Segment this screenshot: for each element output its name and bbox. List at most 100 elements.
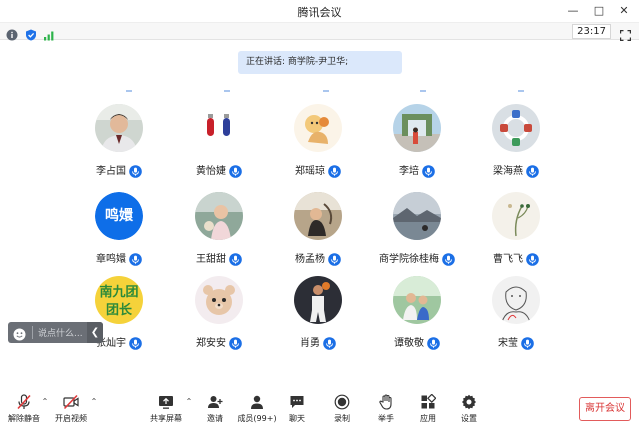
unmute-label: 解除静音 — [8, 414, 40, 423]
participant-name-row: 宋莹 — [471, 334, 561, 350]
participant-tile[interactable]: 李占国 — [74, 104, 164, 184]
avatar — [492, 276, 540, 324]
participant-name-row: 郑瑶琼 — [273, 162, 363, 178]
video-off-icon — [63, 394, 79, 410]
mic-icon — [328, 164, 341, 178]
avatar — [393, 276, 441, 324]
meeting-timer: 23:17 — [572, 24, 611, 39]
mic-icon — [129, 336, 142, 350]
chevron-up-icon[interactable]: ⌃ — [185, 398, 193, 406]
participant-name: 王甜甜 — [196, 254, 226, 265]
mic-icon — [526, 252, 539, 266]
signal-icon[interactable] — [43, 26, 55, 41]
add-user-icon — [208, 396, 223, 408]
participant-tile[interactable]: 宋莹 — [471, 276, 561, 356]
record-button[interactable]: 录制 — [320, 394, 364, 424]
info-icon[interactable] — [6, 26, 18, 41]
chevron-up-icon[interactable]: ⌃ — [41, 398, 49, 406]
mic-muted-icon — [17, 394, 31, 410]
invite-button[interactable]: 邀请 — [193, 394, 237, 424]
mic-icon — [422, 164, 435, 178]
participant-tile[interactable]: 鸣嬛 章鸣嬛 — [74, 192, 164, 272]
share-screen-label: 共享屏幕 — [150, 414, 182, 423]
participant-tile[interactable]: 南九团 团长 张灿宇 — [74, 276, 164, 356]
members-button[interactable]: 成员(99+) — [235, 394, 279, 424]
participant-tile[interactable]: 肖勇 — [273, 276, 363, 356]
participant-name-row: 李培 — [372, 162, 462, 178]
avatar — [95, 104, 143, 152]
quick-chat-bar[interactable]: 说点什么... ❮ — [8, 322, 103, 343]
participant-name: 商学院徐桂梅 — [379, 254, 439, 265]
gear-icon — [462, 394, 476, 410]
participant-name-row: 章鸣嬛 — [74, 250, 164, 266]
unmute-button[interactable]: 解除静音 — [2, 394, 46, 424]
start-video-label: 开启视频 — [55, 414, 87, 423]
avatar — [195, 276, 243, 324]
participant-name-row: 黄怡婕 — [174, 162, 264, 178]
mic-icon — [323, 336, 336, 350]
members-icon — [251, 395, 263, 409]
mic-icon — [229, 252, 242, 266]
page-hint-mark — [323, 90, 329, 92]
mic-icon — [427, 336, 440, 350]
participant-tile[interactable]: 黄怡婕 — [174, 104, 264, 184]
avatar: 鸣嬛 — [95, 192, 143, 240]
participant-name: 谭敬敬 — [394, 338, 424, 349]
participant-tile[interactable]: 梁海燕 — [471, 104, 561, 184]
minimize-button[interactable]: — — [564, 2, 582, 20]
close-button[interactable]: ✕ — [615, 2, 633, 20]
avatar — [195, 192, 243, 240]
participant-tile[interactable]: 谭敬敬 — [372, 276, 462, 356]
avatar — [393, 192, 441, 240]
mic-icon — [129, 252, 142, 266]
raise-hand-button[interactable]: 举手 — [364, 394, 408, 424]
participant-tile[interactable]: 郑瑶琼 — [273, 104, 363, 184]
participant-name: 郑瑶琼 — [295, 166, 325, 177]
fullscreen-icon[interactable] — [620, 26, 631, 41]
share-screen-icon — [159, 396, 173, 409]
participant-name-row: 谭敬敬 — [372, 334, 462, 350]
meeting-info-bar: 23:17 — [0, 22, 639, 41]
emoji-icon[interactable] — [13, 326, 26, 341]
mic-icon — [229, 164, 242, 178]
title-bar: 腾讯会议 — □ ✕ — [0, 0, 639, 22]
avatar — [195, 104, 243, 152]
window-title: 腾讯会议 — [297, 6, 342, 19]
chat-button[interactable]: 聊天 — [275, 394, 319, 424]
shield-icon[interactable] — [25, 26, 37, 41]
participant-tile[interactable]: 曹飞飞 — [471, 192, 561, 272]
chat-input-placeholder[interactable]: 说点什么... — [38, 326, 83, 339]
participant-name: 梁海燕 — [493, 166, 523, 177]
participant-name: 黄怡婕 — [196, 166, 226, 177]
divider — [32, 326, 33, 339]
share-screen-button[interactable]: 共享屏幕 — [144, 394, 188, 424]
svg-text:南九团: 南九团 — [99, 284, 138, 300]
participant-name: 章鸣嬛 — [96, 254, 126, 265]
participant-tile[interactable]: 商学院徐桂梅 — [372, 192, 462, 272]
record-icon — [334, 394, 350, 410]
participant-name: 肖勇 — [300, 338, 320, 349]
participant-tile[interactable]: 郑安安 — [174, 276, 264, 356]
leave-meeting-button[interactable]: 离开会议 — [579, 397, 631, 421]
mic-icon — [129, 164, 142, 178]
participant-name-row: 郑安安 — [174, 334, 264, 350]
chevron-left-icon[interactable]: ❮ — [87, 322, 103, 343]
maximize-button[interactable]: □ — [590, 2, 608, 20]
avatar — [294, 192, 342, 240]
participant-tile[interactable]: 李培 — [372, 104, 462, 184]
chevron-up-icon[interactable]: ⌃ — [90, 398, 98, 406]
mic-icon — [521, 336, 534, 350]
start-video-button[interactable]: 开启视频 — [49, 394, 93, 424]
avatar — [294, 276, 342, 324]
avatar — [492, 104, 540, 152]
page-hint-mark — [224, 90, 230, 92]
chat-label: 聊天 — [289, 414, 305, 423]
participant-tile[interactable]: 王甜甜 — [174, 192, 264, 272]
participant-name-row: 王甜甜 — [174, 250, 264, 266]
participant-name-row: 肖勇 — [273, 334, 363, 350]
chat-icon — [290, 396, 304, 408]
participant-tile[interactable]: 杨孟杨 — [273, 192, 363, 272]
apps-button[interactable]: 应用 — [406, 394, 450, 424]
settings-button[interactable]: 设置 — [447, 394, 491, 424]
apps-label: 应用 — [420, 414, 436, 423]
